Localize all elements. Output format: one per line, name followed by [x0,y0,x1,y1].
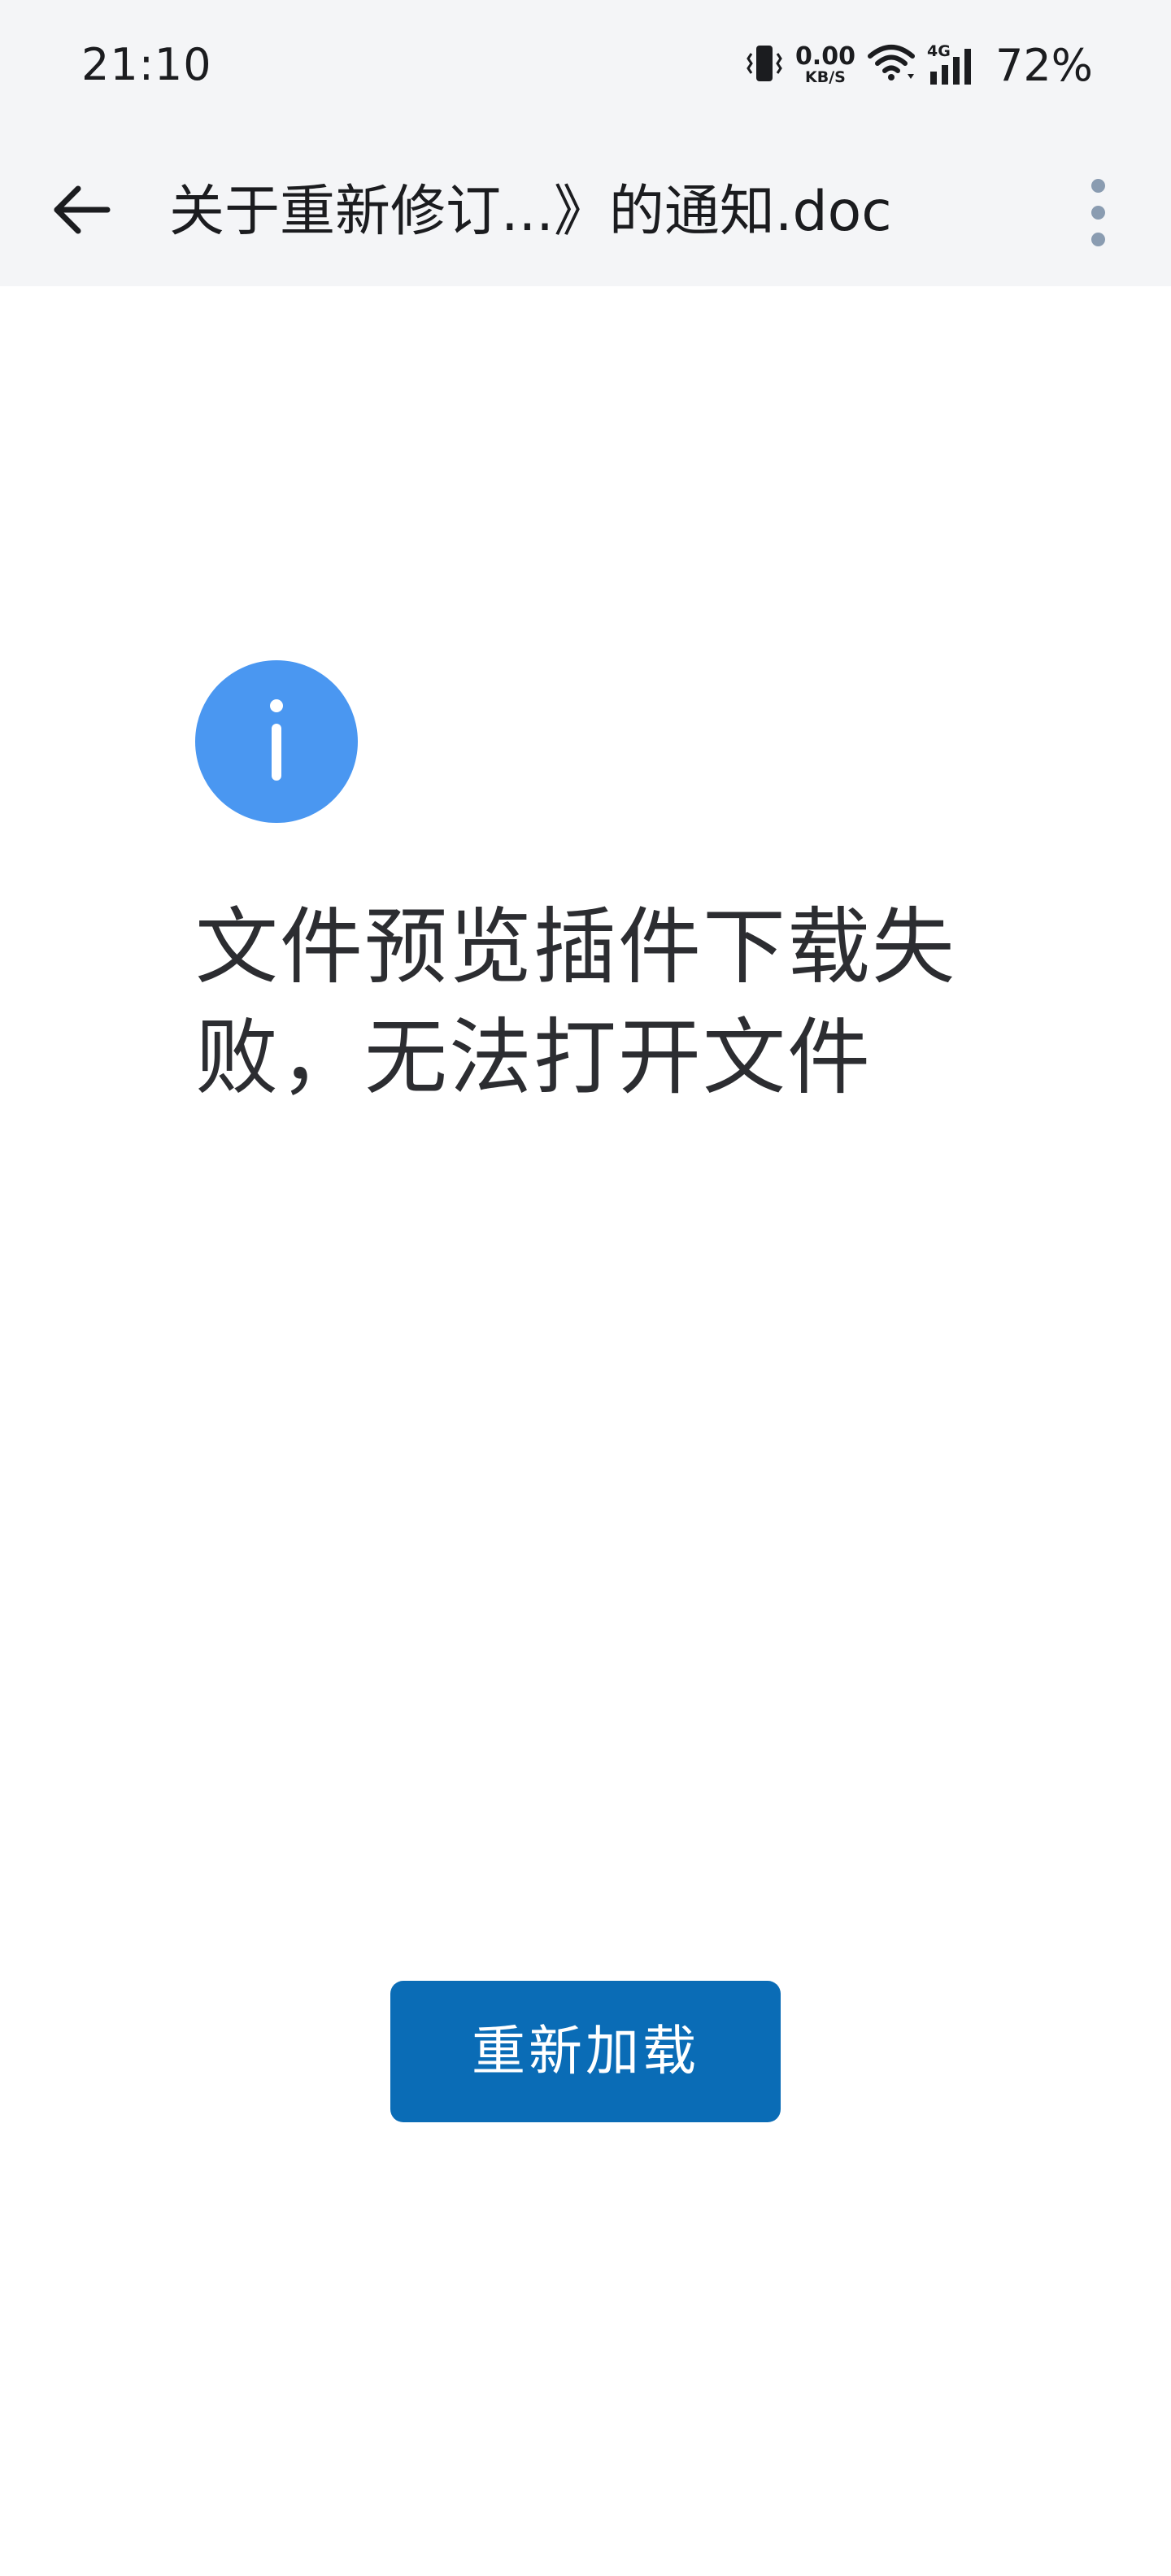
status-icons: 0.00 KB/S 4G 72% [734,36,1093,94]
status-bar: 21:10 0.00 KB/S 4G 72% [0,0,1171,135]
page-title: 关于重新修订...》的通知.doc [169,180,892,244]
network-speed-unit: KB/S [805,68,846,86]
reload-button[interactable]: 重新加载 [390,1981,781,2122]
back-button[interactable] [39,168,124,252]
wifi-icon [867,43,916,87]
vibrate-icon [745,42,784,88]
more-options-button[interactable] [1057,168,1138,257]
arrow-left-icon [54,185,111,234]
cellular-signal-icon: 4G [927,42,981,86]
network-speed: 0.00 KB/S [795,45,855,85]
more-vertical-icon [1090,172,1105,253]
network-speed-value: 0.00 [794,42,855,71]
title-bar: 关于重新修订...》的通知.doc [0,135,1171,286]
info-icon [195,660,358,823]
battery-level: 72% [995,39,1093,91]
error-message: 文件预览插件下载失败，无法打开文件 [195,899,956,1107]
status-time: 21:10 [81,39,212,90]
